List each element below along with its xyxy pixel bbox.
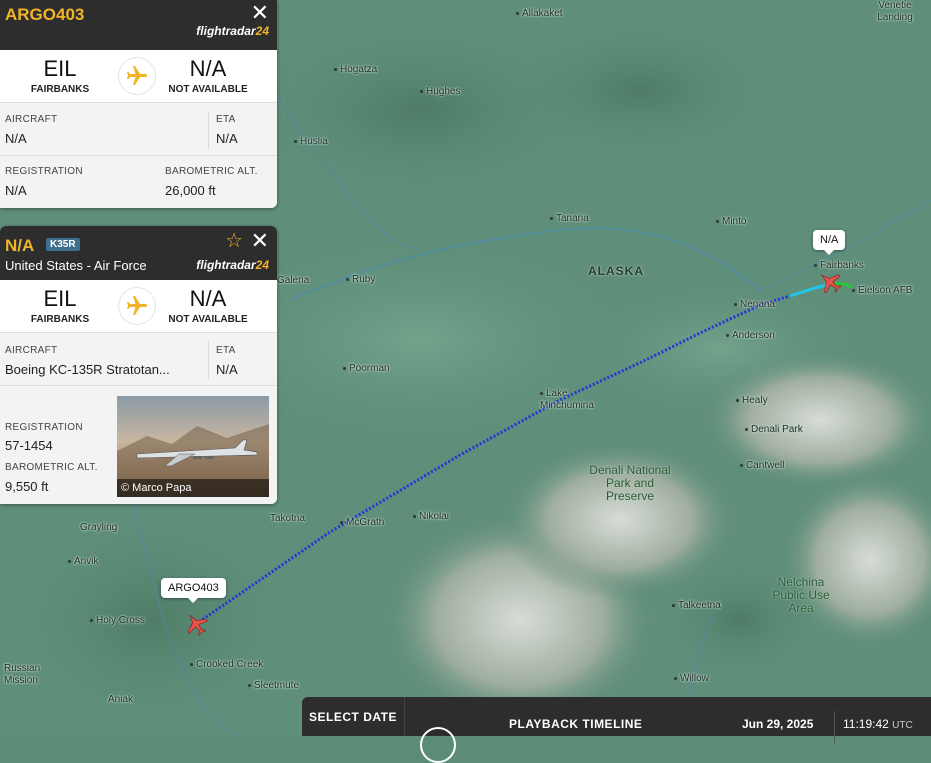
registration-value: N/A — [5, 183, 27, 198]
place-label: Grayling — [80, 522, 118, 533]
aircraft-label-argo403[interactable]: ARGO403 — [161, 578, 226, 603]
playback-time: 11:19:42 UTC — [834, 711, 913, 743]
origin-city: FAIRBANKS — [30, 84, 90, 95]
place-label: McGrath — [340, 517, 384, 529]
flight-track-cyan — [789, 282, 831, 298]
place-label: Crooked Creek — [190, 659, 263, 671]
baro-alt-label: BAROMETRIC ALT. — [165, 166, 258, 177]
origin-code[interactable]: EIL — [5, 56, 115, 82]
baro-alt-label: BAROMETRIC ALT. — [5, 462, 98, 473]
place-label: Tanana — [550, 213, 589, 225]
place-label: Sleetmute — [248, 680, 299, 692]
star-icon[interactable]: ☆ — [225, 228, 243, 253]
route-summary: EIL FAIRBANKS N/A NOT AVAILABLE — [0, 50, 277, 103]
panel-header: ARGO403 ✕ flightradar24 — [0, 0, 277, 50]
airplane-icon — [119, 58, 155, 94]
region-label: ALASKA — [588, 264, 644, 278]
aircraft-label: AIRCRAFT — [5, 114, 58, 125]
place-label: Ruby — [346, 274, 375, 286]
registration-label: REGISTRATION — [5, 166, 83, 177]
flight-panel-n-a: N/A K35R United States - Air Force ☆ ✕ f… — [0, 226, 277, 504]
destination-city: NOT AVAILABLE — [168, 314, 248, 325]
place-label: Talkeetna — [672, 600, 721, 612]
aircraft-row: AIRCRAFT Boeing KC-135R Stratotan... ETA… — [0, 333, 277, 386]
place-label: Russian Mission — [4, 663, 41, 686]
place-label: Galena — [277, 275, 310, 286]
destination-code: N/A — [189, 286, 227, 311]
place-label: Nikolai — [413, 511, 449, 523]
eta-label: ETA — [216, 114, 236, 125]
place-label: Minto — [716, 216, 746, 228]
place-label: Takotna — [270, 513, 306, 524]
registration-row: REGISTRATION 57-1454 BAROMETRIC ALT. 9,5… — [0, 386, 277, 504]
playback-date[interactable]: Jun 29, 2025 — [742, 717, 813, 731]
place-label: Venetie Landing — [877, 0, 913, 23]
aircraft-label: AIRCRAFT — [5, 345, 58, 356]
aircraft-photo[interactable]: © Marco Papa — [117, 396, 269, 497]
place-label: Aniak — [108, 694, 134, 705]
origin-code[interactable]: EIL — [5, 286, 115, 312]
park-label-nelchina: Nelchina Public Use Area — [772, 575, 830, 615]
select-date-button[interactable]: SELECT DATE — [302, 697, 405, 736]
park-label-denali: Denali National Park and Preserve — [589, 463, 671, 503]
place-label: Cantwell — [740, 460, 784, 472]
aircraft-row: AIRCRAFT N/A ETA N/A — [0, 103, 277, 156]
callout-text: N/A — [820, 234, 839, 246]
place-label: Lake Minchumina — [540, 388, 594, 411]
place-label: Healy — [736, 395, 768, 407]
divider — [208, 111, 209, 149]
destination-city: NOT AVAILABLE — [168, 84, 248, 95]
place-label: Anderson — [726, 330, 775, 342]
place-label: Poorman — [343, 363, 390, 375]
fr24-logo: flightradar24 — [196, 24, 269, 38]
place-label: Nenana — [734, 299, 775, 311]
place-label: Hogatza — [334, 64, 377, 76]
airplane-icon — [119, 288, 155, 324]
callsign: ARGO403 — [5, 5, 85, 24]
close-icon[interactable]: ✕ — [251, 230, 269, 252]
eta-value: N/A — [216, 362, 238, 377]
place-label: Anvik — [68, 556, 98, 568]
place-label: Hughes — [420, 86, 460, 98]
time-value: 11:19:42 — [843, 717, 889, 731]
place-label: Fairbanks — [814, 260, 864, 272]
playback-bar: SELECT DATE PLAYBACK TIMELINE Jun 29, 20… — [302, 697, 931, 763]
registration-value: 57-1454 — [5, 438, 53, 453]
place-label: Eielson AFB — [852, 285, 912, 297]
fr24-logo: flightradar24 — [196, 258, 269, 272]
registration-row: REGISTRATION N/A BAROMETRIC ALT. 26,000 … — [0, 156, 277, 208]
playback-timeline-label: PLAYBACK TIMELINE — [509, 717, 643, 731]
aircraft-value: N/A — [5, 131, 27, 146]
aircraft-icon-argo403 — [187, 614, 208, 636]
close-icon[interactable]: ✕ — [251, 2, 269, 24]
play-button[interactable] — [420, 727, 456, 763]
eta-label: ETA — [216, 345, 236, 356]
photo-credit: © Marco Papa — [117, 479, 269, 497]
origin-city: FAIRBANKS — [30, 314, 90, 325]
panel-header: N/A K35R United States - Air Force ☆ ✕ f… — [0, 226, 277, 280]
operator-name: United States - Air Force — [5, 258, 147, 273]
place-label: Denali Park — [745, 424, 803, 436]
place-label: Willow — [674, 673, 709, 685]
divider — [208, 341, 209, 379]
place-label: Huslia — [294, 136, 328, 148]
flight-track-argo403 — [195, 294, 791, 626]
aircraft-label-n-a[interactable]: N/A — [813, 230, 846, 255]
aircraft-value: Boeing KC-135R Stratotan... — [5, 362, 170, 377]
place-label: Holy Cross — [90, 615, 145, 627]
registration-label: REGISTRATION — [5, 422, 83, 433]
timezone-label: UTC — [892, 720, 913, 731]
baro-alt-value: 9,550 ft — [5, 479, 49, 494]
callout-text: ARGO403 — [168, 582, 219, 594]
route-summary: EIL FAIRBANKS N/A NOT AVAILABLE — [0, 280, 277, 333]
callsign: N/A — [5, 236, 35, 255]
baro-alt-value: 26,000 ft — [165, 183, 216, 198]
destination-code: N/A — [189, 56, 227, 81]
place-label: Allakaket — [516, 8, 563, 20]
flight-panel-argo403: ARGO403 ✕ flightradar24 EIL FAIRBANKS N/… — [0, 0, 277, 208]
aircraft-type-badge: K35R — [46, 238, 80, 251]
eta-value: N/A — [216, 131, 238, 146]
